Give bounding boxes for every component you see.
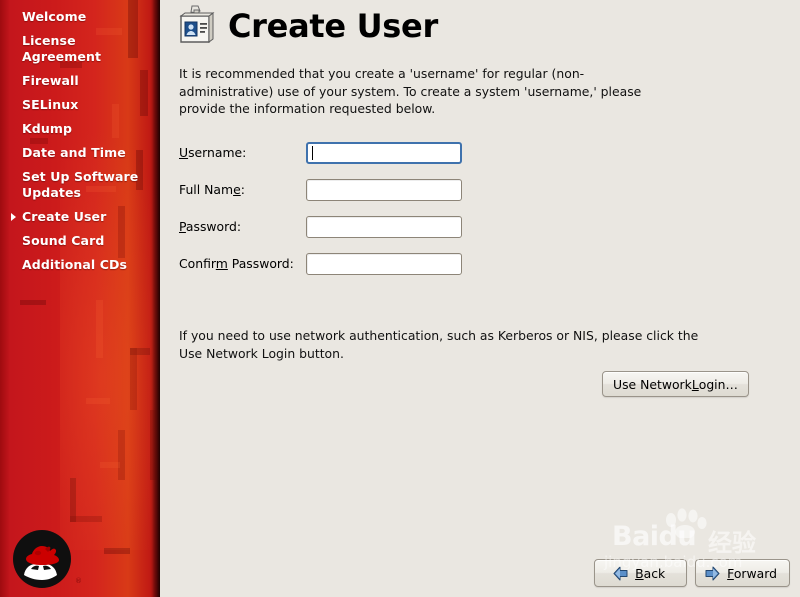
page-header: Create User — [176, 4, 438, 48]
confirm-password-label: Confirm Password: — [179, 256, 294, 271]
sidebar-pattern-shape — [20, 300, 46, 305]
sidebar-item-create-user[interactable]: Create User — [0, 205, 160, 229]
sidebar-pattern-shape — [104, 548, 130, 554]
sidebar-item-additional-cds[interactable]: Additional CDs — [0, 253, 160, 277]
sidebar-item-label: Kdump — [22, 121, 73, 136]
description-text: It is recommended that you create a 'use… — [179, 66, 642, 116]
page-title: Create User — [228, 7, 438, 45]
fullname-input[interactable] — [306, 178, 462, 201]
id-card-icon — [179, 5, 215, 43]
registered-trademark-mark: ® — [75, 577, 82, 585]
sidebar-item-firewall[interactable]: Firewall — [0, 69, 160, 93]
watermark-brand: Baidu — [612, 521, 697, 552]
paw-print-icon — [666, 508, 707, 538]
confirm-password-input[interactable] — [306, 252, 462, 275]
sidebar-nav: Welcome License Agreement Firewall SELin… — [0, 0, 160, 277]
field-row-username: Username: — [179, 134, 462, 171]
password-label: Password: — [179, 219, 242, 234]
sidebar-item-set-up-software-updates[interactable]: Set Up Software Updates — [0, 165, 160, 205]
setup-agent-window: Welcome License Agreement Firewall SELin… — [0, 0, 800, 597]
sidebar-pattern-shape — [96, 300, 103, 358]
sidebar: Welcome License Agreement Firewall SELin… — [0, 0, 160, 597]
username-label: Username: — [179, 145, 247, 160]
back-button-label: Back — [635, 565, 666, 581]
sidebar-item-selinux[interactable]: SELinux — [0, 93, 160, 117]
field-row-password: Password: — [179, 208, 462, 245]
arrow-left-icon — [613, 566, 628, 580]
password-input[interactable] — [306, 215, 462, 238]
field-row-confirm-password: Confirm Password: — [179, 245, 462, 282]
back-button[interactable]: Back — [594, 559, 688, 587]
username-input[interactable] — [306, 141, 462, 164]
field-row-fullname: Full Name: — [179, 171, 462, 208]
sidebar-item-label: Date and Time — [22, 145, 126, 160]
sidebar-item-kdump[interactable]: Kdump — [0, 117, 160, 141]
sidebar-item-label: Firewall — [22, 73, 79, 88]
sidebar-item-welcome[interactable]: Welcome — [0, 5, 160, 29]
sidebar-pattern-shape — [118, 430, 125, 480]
sidebar-pattern-shape — [100, 462, 120, 468]
use-network-login-button[interactable]: Use Network Login… — [602, 371, 749, 397]
content-pane: Create User It is recommended that you c… — [160, 0, 800, 597]
username-input-wrap — [306, 141, 462, 164]
sidebar-item-label: Set Up Software Updates — [22, 169, 139, 200]
arrow-right-icon — [705, 566, 720, 580]
fullname-label: Full Name: — [179, 182, 245, 197]
forward-button[interactable]: Forward — [695, 559, 790, 587]
wizard-navigation: Back Forward — [594, 559, 790, 587]
sidebar-item-sound-card[interactable]: Sound Card — [0, 229, 160, 253]
sidebar-item-label: Create User — [22, 209, 107, 224]
forward-button-label: Forward — [727, 565, 777, 581]
active-arrow-icon — [11, 213, 16, 221]
sidebar-item-label: License Agreement — [22, 33, 102, 64]
sidebar-item-license-agreement[interactable]: License Agreement — [0, 29, 160, 69]
sidebar-pattern-shape — [70, 516, 102, 522]
sidebar-item-label: Sound Card — [22, 233, 105, 248]
sidebar-item-label: Additional CDs — [22, 257, 128, 272]
create-user-form: Username: Full Name: Password: Confirm P… — [179, 134, 462, 282]
sidebar-pattern-shape — [86, 398, 110, 404]
sidebar-item-date-and-time[interactable]: Date and Time — [0, 141, 160, 165]
sidebar-item-label: SELinux — [22, 97, 79, 112]
watermark-chinese: 经验 — [708, 529, 756, 557]
sidebar-pattern-shape — [130, 348, 137, 410]
text-caret — [312, 145, 313, 160]
network-auth-note: If you need to use network authenticatio… — [179, 328, 699, 361]
sidebar-edge — [152, 0, 160, 597]
red-hat-shadowman-logo — [13, 530, 71, 588]
sidebar-item-label: Welcome — [22, 9, 87, 24]
